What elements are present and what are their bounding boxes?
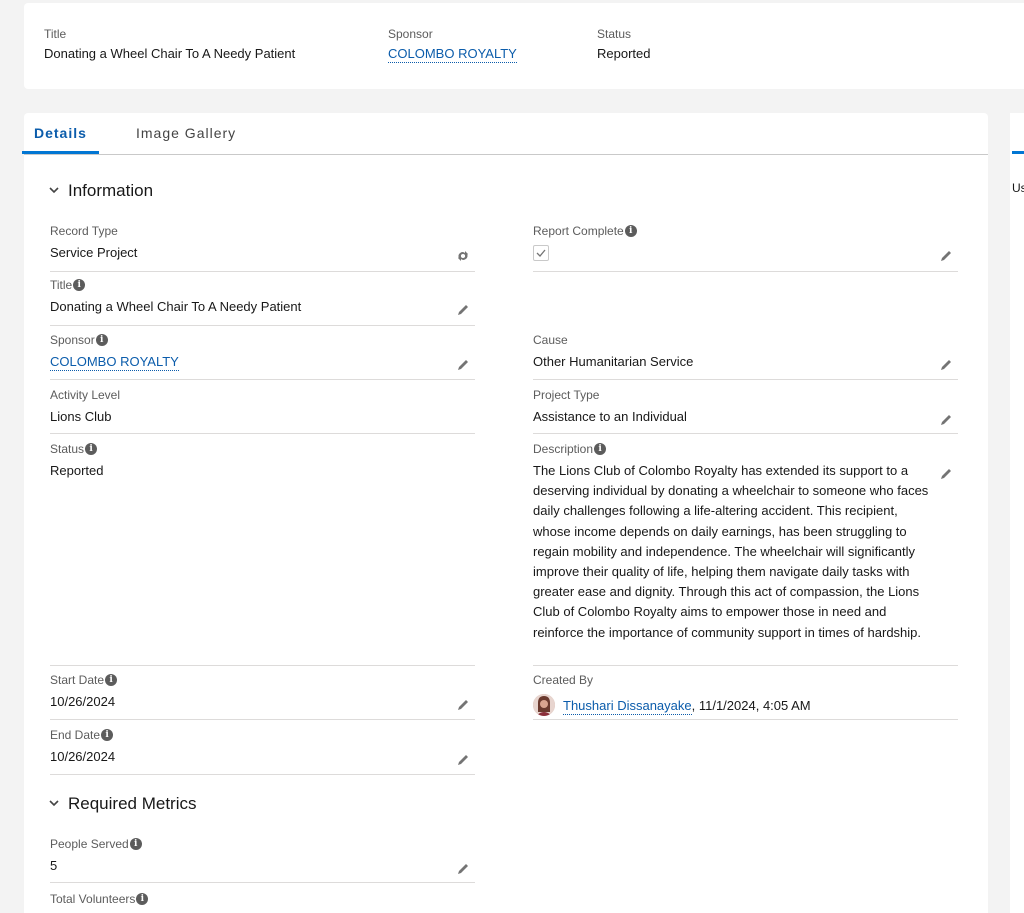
activity-level-label: Activity Level [50,388,121,402]
info-icon[interactable]: i [73,279,86,291]
header-status-label: Status [597,27,632,41]
created-by-timestamp: , 11/1/2024, 4:05 AM [691,697,811,713]
cause-label: Cause [533,333,568,347]
record-type-value: Service Project [50,245,138,260]
swap-icon[interactable] [456,249,470,263]
header-sponsor-label: Sponsor [388,27,433,41]
created-by-label: Created By [533,673,594,687]
section-required-metrics-header[interactable]: Required Metrics [48,794,197,814]
end-date-field: End Date i 10/26/2024 [50,727,475,775]
header-sponsor-link[interactable]: COLOMBO ROYALTY [388,46,517,63]
section-required-metrics-title: Required Metrics [68,794,197,813]
start-date-value: 10/26/2024 [50,694,116,709]
pencil-icon[interactable] [939,413,953,427]
project-type-label: Project Type [533,388,600,402]
chevron-down-icon [48,183,68,199]
info-icon[interactable]: i [101,729,114,741]
info-icon[interactable]: i [136,893,149,905]
people-served-value: 5 [50,858,58,873]
activity-level-value: Lions Club [50,409,112,424]
tab-details[interactable]: Details [22,113,99,154]
header-sponsor-field: Sponsor COLOMBO ROYALTY [388,25,517,64]
section-information-header[interactable]: Information [48,181,153,201]
pencil-icon[interactable] [939,467,953,481]
pencil-icon[interactable] [939,249,953,263]
total-volunteers-label: Total Volunteers [50,892,136,906]
people-served-field: People Served i 5 [50,836,475,883]
pencil-icon[interactable] [456,303,470,317]
start-date-field: Start Date i 10/26/2024 [50,672,475,720]
pencil-icon[interactable] [939,358,953,372]
total-volunteers-field: Total Volunteers i [50,891,475,911]
pencil-icon[interactable] [456,862,470,876]
info-icon[interactable]: i [85,443,98,455]
record-type-label: Record Type [50,224,118,238]
title-value: Donating a Wheel Chair To A Needy Patien… [50,299,302,314]
header-title-value: Donating a Wheel Chair To A Needy Patien… [44,46,296,61]
tab-image-gallery[interactable]: Image Gallery [136,113,236,153]
pencil-icon[interactable] [456,698,470,712]
info-icon[interactable]: i [594,443,607,455]
sponsor-link[interactable]: COLOMBO ROYALTY [50,354,179,371]
pencil-icon[interactable] [456,358,470,372]
start-date-label: Start Date [50,673,105,687]
report-complete-field: Report Complete i [533,223,958,272]
record-type-field: Record Type Service Project [50,223,475,272]
cause-field: Cause Other Humanitarian Service [533,332,958,380]
sponsor-label: Sponsor [50,333,95,347]
project-type-value: Assistance to an Individual [533,409,687,424]
report-complete-checkbox[interactable] [533,245,549,261]
highlights-panel: Title Donating a Wheel Chair To A Needy … [24,3,1024,89]
status-value: Reported [50,463,104,478]
check-icon [536,249,546,257]
created-by-field: Created By Thushari Dissanayake, 11/1/20… [533,672,958,720]
section-information-title: Information [68,181,154,200]
cause-value: Other Humanitarian Service [533,354,694,369]
activity-level-field: Activity Level Lions Club [50,387,475,434]
description-field: Description i The Lions Club of Colombo R… [533,441,958,666]
header-status-value: Reported [597,46,651,61]
title-label: Title [50,278,73,292]
status-field: Status i Reported [50,441,475,666]
info-icon[interactable]: i [129,838,142,850]
header-title-label: Title [44,27,67,41]
end-date-label: End Date [50,728,101,742]
people-served-label: People Served [50,837,129,851]
header-title-field: Title Donating a Wheel Chair To A Needy … [44,25,295,64]
project-type-field: Project Type Assistance to an Individual [533,387,958,434]
status-label: Status [50,442,85,456]
side-panel: Us [1010,113,1024,913]
info-icon[interactable]: i [105,674,118,686]
created-by-user-link[interactable]: Thushari Dissanayake [563,697,692,715]
title-field: Title i Donating a Wheel Chair To A Needy… [50,277,475,326]
report-complete-label: Report Complete [533,224,624,238]
info-icon[interactable]: i [95,334,108,346]
header-status-field: Status Reported [597,25,650,64]
sponsor-field: Sponsor i COLOMBO ROYALTY [50,332,475,380]
end-date-value: 10/26/2024 [50,749,116,764]
avatar[interactable] [533,694,555,716]
info-icon[interactable]: i [624,225,637,237]
tab-bar: Details Image Gallery [22,113,988,155]
side-panel-tab-indicator [1012,151,1024,154]
chevron-down-icon [48,796,68,812]
pencil-icon[interactable] [456,753,470,767]
record-detail-card: Details Image Gallery Information Record… [22,113,988,913]
side-panel-stub-text: Us [1012,181,1024,195]
description-label: Description [533,442,594,456]
description-value: The Lions Club of Colombo Royalty has ex… [533,463,929,640]
